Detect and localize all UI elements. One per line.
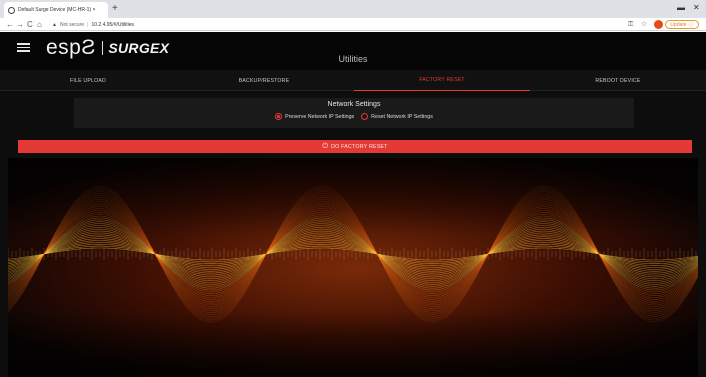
- network-settings-panel: Network Settings Preserve Network IP Set…: [74, 98, 634, 128]
- tab-label: FILE UPLOAD: [70, 77, 106, 84]
- tab-file-upload[interactable]: FILE UPLOAD: [0, 70, 176, 91]
- radio-label: Preserve Network IP Settings: [285, 113, 355, 120]
- preserve-network-radio[interactable]: Preserve Network IP Settings: [275, 113, 354, 120]
- tab-label: FACTORY RESET: [419, 77, 465, 83]
- decorative-wave-background: [8, 158, 698, 377]
- window-close-icon[interactable]: ✕: [693, 3, 700, 13]
- factory-reset-label: DO FACTORY RESET: [331, 143, 388, 150]
- reset-network-radio[interactable]: Reset Network IP Settings: [361, 113, 433, 120]
- utilities-tabs: FILE UPLOAD BACKUP/RESTORE FACTORY RESET…: [0, 70, 706, 91]
- app-content: espƧ SURGEX Utilities FILE UPLOAD BACKUP…: [0, 32, 706, 377]
- back-arrow-icon[interactable]: ←: [6, 19, 14, 30]
- profile-avatar[interactable]: [654, 20, 663, 29]
- tab-reboot-device[interactable]: REBOOT DEVICE: [530, 70, 706, 91]
- radio-label: Reset Network IP Settings: [371, 113, 433, 120]
- home-icon[interactable]: ⌂: [37, 19, 42, 30]
- browser-tab-bar: Default Surge Device (MC-HR-1) × + ▬ ✕: [0, 0, 706, 18]
- menu-icon[interactable]: [17, 43, 30, 52]
- radio-checked-icon[interactable]: [275, 113, 283, 120]
- key-icon[interactable]: ⚿: [628, 19, 633, 30]
- warning-icon: ▲: [52, 21, 57, 28]
- page-title: Utilities: [338, 54, 368, 64]
- network-settings-options: Preserve Network IP Settings Reset Netwo…: [74, 113, 634, 120]
- radio-unchecked-icon[interactable]: [361, 113, 369, 120]
- forward-arrow-icon[interactable]: →: [16, 19, 24, 30]
- url-text: 10.2.4.95/#/Utilities: [91, 21, 134, 28]
- url-input[interactable]: ▲ Not secure | 10.2.4.95/#/Utilities: [52, 20, 612, 29]
- network-settings-heading: Network Settings: [327, 101, 381, 108]
- tab-label: REBOOT DEVICE: [595, 77, 641, 84]
- address-bar: ← → C ⌂ ▲ Not secure | 10.2.4.95/#/Utili…: [0, 18, 706, 31]
- new-tab-button[interactable]: +: [112, 3, 118, 15]
- reload-icon[interactable]: C: [27, 19, 33, 30]
- factory-reset-button[interactable]: ⏻ DO FACTORY RESET: [18, 140, 692, 153]
- browser-tab-title: Default Surge Device (MC-HR-1) ×: [18, 7, 96, 13]
- power-icon: ⏻: [322, 142, 329, 150]
- wave-graphic: [8, 158, 698, 377]
- security-label: Not secure: [59, 21, 85, 28]
- globe-icon: [8, 6, 15, 14]
- app-header: espƧ SURGEX Utilities: [0, 32, 706, 70]
- tab-backup-restore[interactable]: BACKUP/RESTORE: [176, 70, 352, 91]
- browser-tab[interactable]: Default Surge Device (MC-HR-1) ×: [4, 2, 108, 18]
- tab-label: BACKUP/RESTORE: [238, 77, 290, 84]
- window-minimize-icon[interactable]: ▬: [677, 3, 685, 13]
- update-label: Update: [670, 21, 687, 28]
- star-icon[interactable]: ☆: [641, 19, 647, 30]
- update-button[interactable]: Update ⓘ: [665, 20, 699, 29]
- update-icon: ⓘ: [688, 22, 694, 28]
- tab-factory-reset[interactable]: FACTORY RESET: [354, 70, 530, 91]
